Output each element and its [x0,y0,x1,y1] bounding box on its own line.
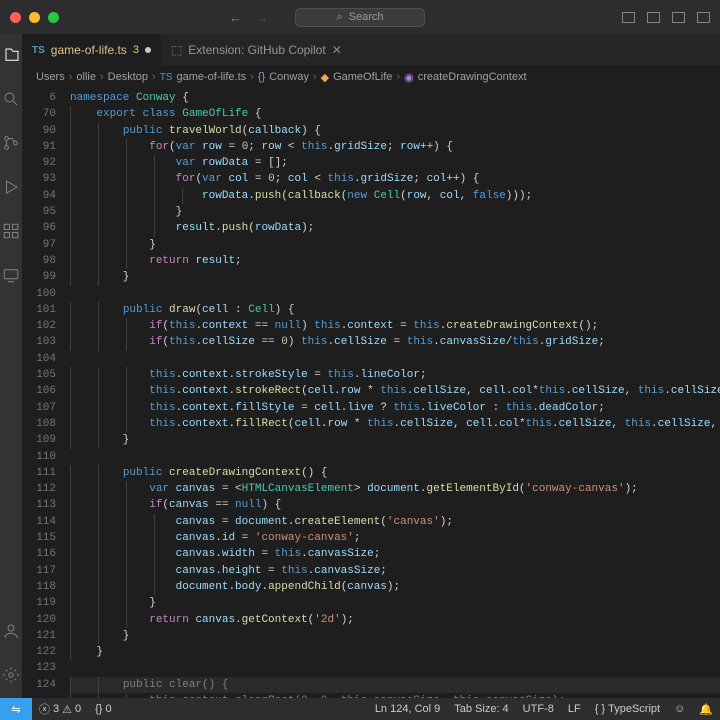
line-gutter: 6709091929394959697989910010110210310410… [22,88,70,698]
namespace-icon: {} [258,71,265,83]
tab-problems-count: 3 [133,44,139,56]
nav-forward-icon[interactable]: → [256,10,269,25]
layout-bottom-icon[interactable] [672,12,685,23]
search-icon: ⌕ [336,11,342,24]
crumb[interactable]: game-of-life.ts [176,71,246,83]
crumb[interactable]: Conway [269,71,309,83]
tab-ext-label: Extension: GitHub Copilot [188,43,325,57]
editor[interactable]: 6709091929394959697989910010110210310410… [22,88,720,698]
warning-icon: ⚠ [62,703,72,716]
error-icon: ⓧ [39,701,50,717]
extensions-icon[interactable] [0,220,22,242]
bracket-status[interactable]: {}0 [88,703,118,715]
tab-size[interactable]: Tab Size: 4 [447,703,515,716]
problems-status[interactable]: ⓧ3 ⚠0 [32,701,88,717]
cursor-position[interactable]: Ln 124, Col 9 [368,703,447,716]
minimize-window[interactable] [29,12,40,23]
modified-dot-icon [145,47,151,53]
remote-indicator[interactable]: ⇋ [0,698,32,720]
remote-icon[interactable] [0,264,22,286]
crumb[interactable]: Desktop [108,71,148,83]
close-icon[interactable]: ✕ [332,43,342,57]
search-placeholder: Search [349,11,384,23]
account-icon[interactable] [0,620,22,642]
activity-bar [0,34,22,698]
crumb[interactable]: Users [36,71,65,83]
tab-filename: game-of-life.ts [51,43,127,57]
crumb[interactable]: createDrawingContext [418,71,527,83]
bracket-icon: {} [95,703,102,715]
breadcrumbs[interactable]: Users› ollie› Desktop› TS game-of-life.t… [22,66,720,88]
close-window[interactable] [10,12,21,23]
layout-sidebar-icon[interactable] [647,12,660,23]
layout-panel-icon[interactable] [622,12,635,23]
run-debug-icon[interactable] [0,176,22,198]
maximize-window[interactable] [48,12,59,23]
method-icon: ◉ [404,71,414,84]
crumb[interactable]: ollie [76,71,96,83]
code-area[interactable]: namespace Conway { export class GameOfLi… [70,88,720,698]
ts-file-icon: TS [32,45,45,56]
window-controls [10,12,59,23]
crumb[interactable]: GameOfLife [333,71,392,83]
titlebar: ← → ⌕ Search [0,0,720,34]
notifications-icon[interactable]: 🔔 [692,703,720,716]
feedback-icon[interactable]: ☺ [667,703,692,716]
nav-back-icon[interactable]: ← [229,10,242,25]
layout-right-icon[interactable] [697,12,710,23]
settings-gear-icon[interactable] [0,664,22,686]
class-icon: ◆ [321,71,329,84]
explorer-icon[interactable] [0,44,22,66]
search-icon[interactable] [0,88,22,110]
extension-icon: ⬚ [171,43,182,57]
eol[interactable]: LF [561,703,588,716]
ts-file-icon: TS [160,72,173,83]
command-center[interactable]: ⌕ Search [295,8,425,27]
encoding[interactable]: UTF-8 [516,703,561,716]
tab-copilot-extension[interactable]: ⬚ Extension: GitHub Copilot ✕ [161,34,352,66]
source-control-icon[interactable] [0,132,22,154]
status-bar: ⇋ ⓧ3 ⚠0 {}0 Ln 124, Col 9 Tab Size: 4 UT… [0,698,720,720]
tab-game-of-life[interactable]: TS game-of-life.ts 3 [22,34,161,66]
tab-bar: TS game-of-life.ts 3 ⬚ Extension: GitHub… [22,34,720,66]
language-mode[interactable]: { } TypeScript [588,703,667,716]
